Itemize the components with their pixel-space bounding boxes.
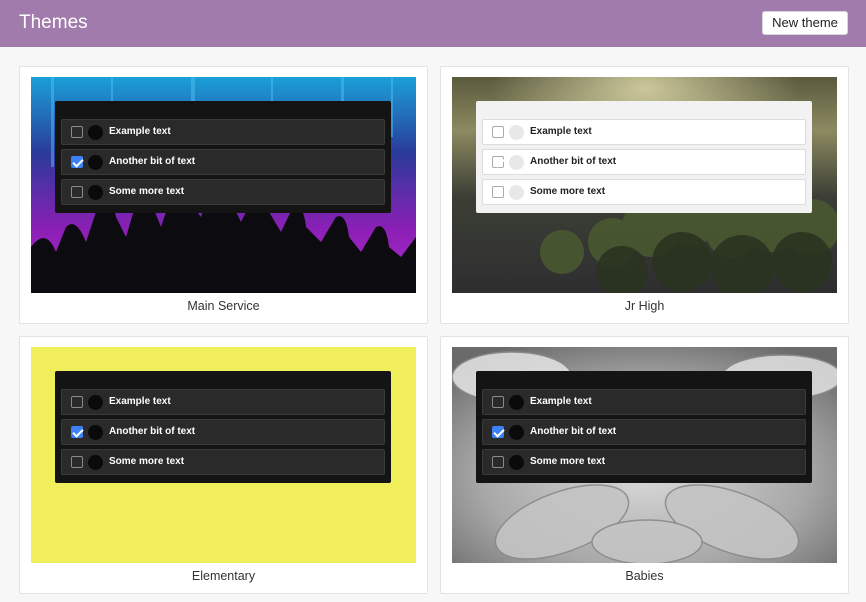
checkbox[interactable]: [71, 456, 83, 468]
list-item: Some more text: [61, 449, 385, 475]
checkbox[interactable]: [71, 396, 83, 408]
checkbox[interactable]: [492, 126, 504, 138]
list-item: Some more text: [61, 179, 385, 205]
theme-name: Elementary: [191, 569, 256, 583]
checkbox-checked[interactable]: [492, 426, 504, 438]
checkbox[interactable]: [71, 186, 83, 198]
avatar: [509, 455, 524, 470]
item-label: Another bit of text: [109, 426, 196, 437]
avatar: [509, 125, 524, 140]
avatar: [509, 185, 524, 200]
avatar: [88, 395, 103, 410]
avatar: [88, 185, 103, 200]
sample-panel: Example text Another bit of text Some mo…: [55, 371, 391, 483]
list-item: Example text: [61, 119, 385, 145]
theme-preview: Example text Another bit of text Some mo…: [31, 347, 416, 563]
checkbox[interactable]: [492, 456, 504, 468]
checkbox[interactable]: [492, 186, 504, 198]
avatar: [509, 155, 524, 170]
avatar: [88, 125, 103, 140]
theme-card[interactable]: Example text Another bit of text Some mo…: [19, 336, 428, 594]
page-title: Themes: [19, 12, 88, 33]
theme-card[interactable]: Example text Another bit of text Some mo…: [440, 336, 849, 594]
list-item: Another bit of text: [61, 149, 385, 175]
list-item: Example text: [482, 389, 806, 415]
theme-name: Main Service: [187, 299, 260, 313]
item-label: Some more text: [109, 186, 185, 197]
sample-panel: Example text Another bit of text Some mo…: [55, 101, 391, 213]
theme-preview: Example text Another bit of text Some mo…: [452, 347, 837, 563]
theme-card[interactable]: Example text Another bit of text Some mo…: [440, 66, 849, 324]
avatar: [88, 425, 103, 440]
list-item: Another bit of text: [482, 149, 806, 175]
top-bar: Themes New theme: [0, 0, 866, 47]
theme-card[interactable]: Example text Another bit of text Some mo…: [19, 66, 428, 324]
item-label: Example text: [530, 396, 592, 407]
avatar: [88, 155, 103, 170]
list-item: Some more text: [482, 449, 806, 475]
list-item: Example text: [61, 389, 385, 415]
item-label: Example text: [109, 396, 171, 407]
avatar: [509, 425, 524, 440]
item-label: Some more text: [530, 456, 606, 467]
new-theme-button[interactable]: New theme: [762, 11, 848, 35]
list-item: Another bit of text: [61, 419, 385, 445]
avatar: [88, 455, 103, 470]
sample-panel: Example text Another bit of text Some mo…: [476, 101, 812, 213]
item-label: Another bit of text: [530, 426, 617, 437]
checkbox[interactable]: [492, 396, 504, 408]
list-item: Another bit of text: [482, 419, 806, 445]
theme-preview: Example text Another bit of text Some mo…: [31, 77, 416, 293]
sample-panel: Example text Another bit of text Some mo…: [476, 371, 812, 483]
item-label: Another bit of text: [109, 156, 196, 167]
checkbox-checked[interactable]: [71, 156, 83, 168]
item-label: Some more text: [109, 456, 185, 467]
checkbox-checked[interactable]: [492, 156, 504, 168]
checkbox-checked[interactable]: [71, 426, 83, 438]
list-item: Example text: [482, 119, 806, 145]
theme-preview: Example text Another bit of text Some mo…: [452, 77, 837, 293]
item-label: Example text: [109, 126, 171, 137]
item-label: Some more text: [530, 186, 606, 197]
theme-name: Babies: [625, 569, 664, 583]
theme-name: Jr High: [624, 299, 665, 313]
checkbox[interactable]: [71, 126, 83, 138]
list-item: Some more text: [482, 179, 806, 205]
avatar: [509, 395, 524, 410]
item-label: Example text: [530, 126, 592, 137]
item-label: Another bit of text: [530, 156, 617, 167]
